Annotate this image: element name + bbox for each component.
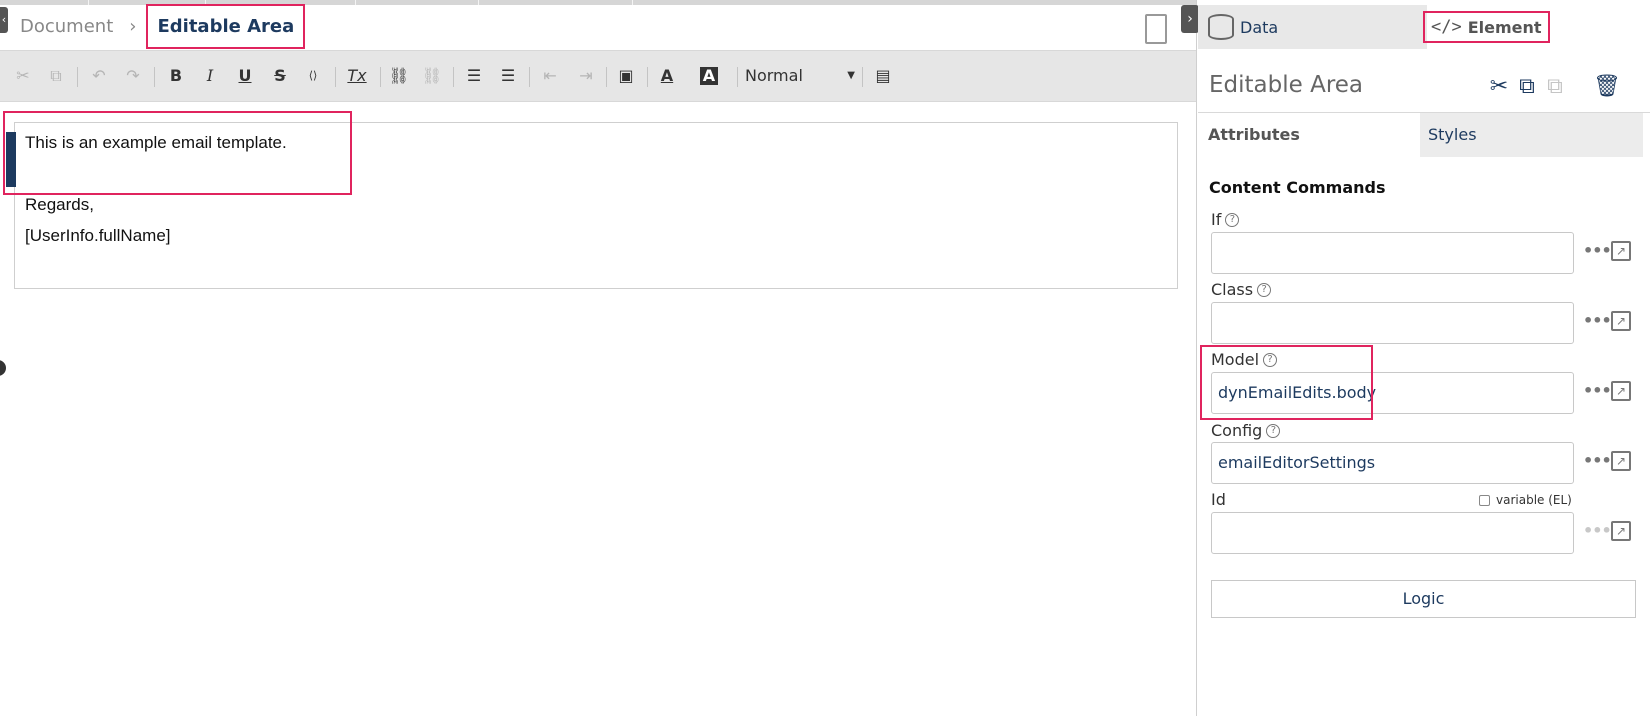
numbered-list-icon[interactable]: ☰ xyxy=(463,65,485,87)
source-icon[interactable]: ⟨⟩ xyxy=(302,65,324,87)
scissors-icon[interactable]: ✂ xyxy=(1486,74,1512,99)
field-label-config: Config ? xyxy=(1211,421,1281,440)
model-field-highlight xyxy=(1200,345,1373,420)
field-label-text: Id xyxy=(1211,490,1226,509)
background-color-icon[interactable]: A xyxy=(700,67,718,85)
selected-block-highlight xyxy=(3,111,352,195)
more-icon[interactable]: ••• xyxy=(1583,451,1612,470)
class-input[interactable] xyxy=(1211,302,1574,344)
text-color-icon[interactable]: A xyxy=(656,65,678,87)
code-icon: </> xyxy=(1431,17,1462,37)
external-link-icon[interactable]: ↗ xyxy=(1611,521,1631,541)
copy-icon[interactable]: ⧉ xyxy=(1514,74,1540,99)
bold-icon[interactable]: B xyxy=(165,65,187,87)
logic-button[interactable]: Logic xyxy=(1211,580,1636,618)
redo-icon[interactable]: ↷ xyxy=(122,65,144,87)
underline-icon[interactable]: U xyxy=(234,65,256,87)
field-label-text: Class xyxy=(1211,280,1254,299)
outdent-icon[interactable]: ⇤ xyxy=(539,65,561,87)
help-icon[interactable]: ? xyxy=(1266,423,1281,438)
breadcrumb-document[interactable]: Document xyxy=(20,16,113,37)
tab-data-label: Data xyxy=(1240,17,1279,37)
field-label-text: Config xyxy=(1211,421,1263,440)
undo-icon[interactable]: ↶ xyxy=(88,65,110,87)
copy-icon[interactable]: ⧉ xyxy=(45,65,67,87)
more-icon[interactable]: ••• xyxy=(1583,241,1612,260)
id-input[interactable] xyxy=(1211,512,1574,554)
rich-text-toolbar: ✂ ⧉ ↶ ↷ B I U S ⟨⟩ Tx ⛓ ⛓ ☰ ☰ ⇤ ⇥ ▣ A A … xyxy=(0,50,1196,102)
format-value: Normal xyxy=(745,66,803,85)
if-input[interactable] xyxy=(1211,232,1574,274)
paste-icon[interactable]: ⧉ xyxy=(1542,74,1568,99)
more-icon[interactable]: ••• xyxy=(1583,311,1612,330)
external-link-icon[interactable]: ↗ xyxy=(1611,311,1631,331)
external-link-icon[interactable]: ↗ xyxy=(1611,381,1631,401)
element-title: Editable Area xyxy=(1209,72,1364,98)
variable-el-toggle[interactable]: variable (EL) xyxy=(1479,493,1572,507)
tab-styles[interactable]: Styles xyxy=(1420,113,1643,157)
panel-tabs: Data </> Element xyxy=(1198,5,1651,49)
format-select[interactable]: Normal ▼ xyxy=(745,64,855,88)
image-icon[interactable]: ▣ xyxy=(615,65,637,87)
database-icon xyxy=(1208,14,1234,40)
field-label-id: Id xyxy=(1211,490,1226,509)
drag-handle[interactable] xyxy=(0,360,6,376)
editor-line[interactable]: Regards, xyxy=(25,195,94,215)
field-label-text: If xyxy=(1211,210,1222,229)
mobile-preview-icon[interactable] xyxy=(1145,14,1167,44)
chevron-right-icon[interactable]: › xyxy=(1181,5,1199,33)
tab-element-highlight: </> Element xyxy=(1423,11,1550,43)
external-link-icon[interactable]: ↗ xyxy=(1611,241,1631,261)
show-blocks-icon[interactable]: ▤ xyxy=(872,65,894,87)
external-link-icon[interactable]: ↗ xyxy=(1611,451,1631,471)
subtabs: Attributes Styles xyxy=(1198,113,1643,157)
tab-attributes[interactable]: Attributes xyxy=(1198,113,1420,157)
cut-icon[interactable]: ✂ xyxy=(12,65,34,87)
field-label-class: Class ? xyxy=(1211,280,1272,299)
section-heading: Content Commands xyxy=(1209,178,1386,197)
bulleted-list-icon[interactable]: ☰ xyxy=(497,65,519,87)
properties-panel: › Data </> Element Editable Area ✂ ⧉ ⧉ 🗑… xyxy=(1181,0,1651,716)
caret-down-icon: ▼ xyxy=(847,70,855,81)
editor-line[interactable]: This is an example email template. xyxy=(25,133,287,153)
more-icon[interactable]: ••• xyxy=(1583,521,1612,540)
chevron-right-icon: › xyxy=(129,16,137,37)
help-icon[interactable]: ? xyxy=(1225,212,1240,227)
variable-label: variable (EL) xyxy=(1496,493,1572,507)
strikethrough-icon[interactable]: S xyxy=(269,65,291,87)
breadcrumb: Document › Editable Area xyxy=(20,4,306,49)
editor-pane: ‹ Document › Editable Area ✂ ⧉ ↶ ↷ B I U… xyxy=(0,4,1196,716)
link-icon[interactable]: ⛓ xyxy=(388,65,410,87)
tab-data[interactable]: Data xyxy=(1208,5,1278,49)
tab-element[interactable]: </> Element xyxy=(1423,5,1651,49)
italic-icon[interactable]: I xyxy=(199,65,221,87)
collapse-left-button[interactable]: ‹ xyxy=(0,7,8,33)
field-label-if: If ? xyxy=(1211,210,1240,229)
editor-line[interactable]: [UserInfo.fullName] xyxy=(25,226,171,246)
indent-icon[interactable]: ⇥ xyxy=(575,65,597,87)
tab-element-label: Element xyxy=(1467,17,1542,37)
trash-icon[interactable]: 🗑 xyxy=(1593,74,1621,99)
unlink-icon[interactable]: ⛓ xyxy=(421,65,443,87)
config-input[interactable]: emailEditorSettings xyxy=(1211,442,1574,484)
help-icon[interactable]: ? xyxy=(1257,282,1272,297)
remove-format-icon[interactable]: Tx xyxy=(346,65,368,87)
variable-checkbox[interactable] xyxy=(1479,494,1490,506)
more-icon[interactable]: ••• xyxy=(1583,381,1612,400)
breadcrumb-current[interactable]: Editable Area xyxy=(146,4,306,49)
